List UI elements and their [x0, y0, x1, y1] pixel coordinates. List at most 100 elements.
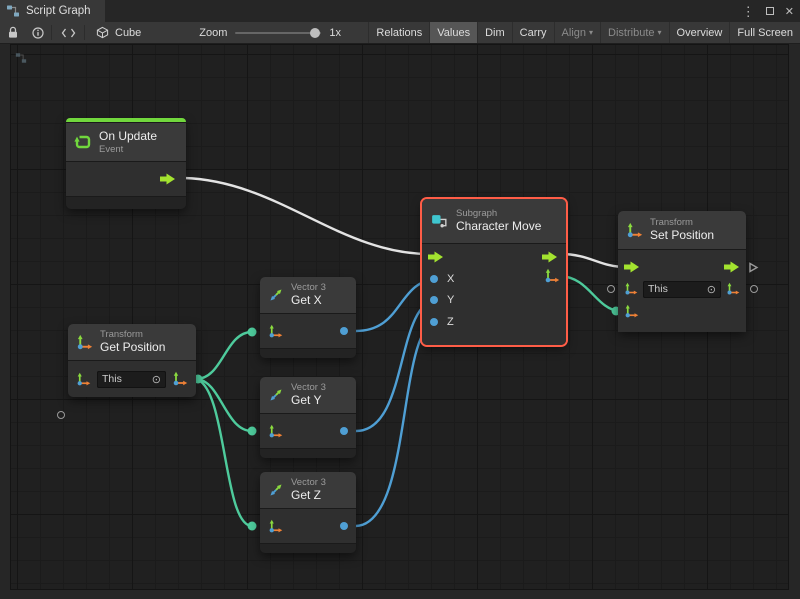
target-picker-icon[interactable]: ⊙ [152, 373, 161, 386]
vector3-output-icon[interactable] [726, 282, 740, 296]
exec-input-arrow-icon[interactable] [428, 251, 444, 263]
node-set-position[interactable]: Transform Set Position This [618, 211, 746, 332]
vector3-input-icon[interactable] [624, 304, 639, 319]
target-picker-icon[interactable]: ⊙ [707, 283, 716, 296]
align-button[interactable]: Align▾ [554, 22, 600, 43]
node-title: Get Z [291, 488, 326, 503]
toolbar-separator [51, 25, 52, 40]
transform-icon [76, 334, 93, 351]
tab-script-graph[interactable]: Script Graph [0, 0, 105, 22]
this-input-port[interactable] [57, 411, 65, 419]
vector3-port-icon[interactable] [268, 519, 283, 534]
wire-onupdate-to-charactermove [184, 178, 436, 254]
close-icon[interactable]: ✕ [785, 5, 794, 18]
dim-button[interactable]: Dim [477, 22, 512, 43]
subgraph-icon [430, 212, 449, 231]
node-title: Set Position [650, 228, 714, 243]
exec-output-port[interactable] [748, 262, 759, 273]
vector3-output-icon[interactable] [544, 268, 560, 284]
info-icon[interactable] [25, 22, 50, 43]
graph-object-selector[interactable]: Cube [86, 22, 151, 43]
exec-output-arrow-icon[interactable] [160, 173, 176, 185]
toolbar-separator [84, 25, 85, 40]
node-footer [66, 197, 186, 209]
toolbar-buttons: Relations Values Dim Carry Align▾ Distri… [368, 22, 800, 43]
node-character-move[interactable]: Subgraph Character Move X Y [422, 199, 566, 345]
this-value-text: This [102, 373, 122, 385]
tab-bar: Script Graph ⋮ ✕ [0, 0, 800, 22]
vector3-port-icon[interactable] [76, 372, 91, 387]
float-output-port[interactable] [340, 522, 348, 530]
vector3-icon [268, 482, 284, 498]
event-accent-bar [66, 118, 186, 122]
zoom-label: Zoom [199, 27, 227, 39]
x-input-port[interactable] [430, 275, 438, 283]
kebab-menu-icon[interactable]: ⋮ [742, 5, 755, 18]
carry-button[interactable]: Carry [512, 22, 554, 43]
getz-input-port [248, 522, 257, 531]
this-input-port[interactable] [607, 285, 615, 293]
node-title: Character Move [456, 219, 541, 234]
y-port-label: Y [447, 294, 454, 306]
cube-icon [96, 26, 109, 39]
node-get-position[interactable]: Transform Get Position This ⊙ [68, 324, 196, 397]
exec-output-arrow-icon[interactable] [542, 251, 558, 263]
values-button[interactable]: Values [429, 22, 477, 43]
float-output-port[interactable] [340, 427, 348, 435]
this-value-text: This [648, 283, 668, 295]
relations-button[interactable]: Relations [368, 22, 429, 43]
z-port-label: Z [447, 316, 454, 328]
float-output-port[interactable] [340, 327, 348, 335]
wire-getposition-to-gety [196, 379, 252, 431]
vector3-output-icon[interactable] [172, 371, 188, 387]
on-update-event-icon [74, 133, 92, 151]
vector3-icon [268, 287, 284, 303]
node-title: Get X [291, 293, 326, 308]
graph-toolbar: Cube Zoom 1x Relations Values Dim Carry … [0, 22, 800, 44]
vector3-port-icon[interactable] [268, 324, 283, 339]
node-type-label: Vector 3 [291, 382, 326, 394]
zoom-value: 1x [329, 27, 341, 39]
dropdown-caret-icon: ▾ [658, 28, 662, 37]
node-on-update[interactable]: On Update Event [66, 118, 186, 209]
getx-input-port [248, 328, 257, 337]
node-type-label: Event [99, 144, 157, 156]
y-input-port[interactable] [430, 296, 438, 304]
code-icon[interactable] [53, 22, 83, 43]
node-get-x[interactable]: Vector 3 Get X [260, 277, 356, 358]
lock-icon[interactable] [0, 22, 25, 43]
exec-output-arrow-icon[interactable] [724, 261, 740, 273]
node-get-z[interactable]: Vector 3 Get Z [260, 472, 356, 553]
node-footer [260, 544, 356, 553]
vector3-port-icon[interactable] [268, 424, 283, 439]
distribute-button[interactable]: Distribute▾ [600, 22, 668, 43]
wire-getposition-to-getz [196, 379, 252, 526]
overview-button[interactable]: Overview [669, 22, 730, 43]
x-port-label: X [447, 273, 454, 285]
exec-input-arrow-icon[interactable] [624, 261, 640, 273]
value-output-port[interactable] [750, 285, 758, 293]
z-input-port[interactable] [430, 318, 438, 326]
wire-charactermove-to-setposition [560, 254, 626, 267]
node-footer [260, 349, 356, 358]
zoom-slider[interactable] [235, 32, 321, 34]
graph-canvas[interactable]: On Update Event Transform Get Position [10, 44, 789, 590]
node-title: Get Position [100, 340, 165, 355]
this-value-field[interactable]: This ⊙ [97, 371, 166, 388]
this-value-field[interactable]: This ⊙ [643, 281, 721, 298]
fullscreen-button[interactable]: Full Screen [729, 22, 800, 43]
transform-port-icon[interactable] [624, 282, 638, 296]
wire-charactermove-to-setposition-value [560, 276, 619, 311]
wire-getz-to-z [356, 322, 437, 526]
node-type-label: Transform [650, 217, 714, 229]
maximize-icon[interactable] [766, 7, 774, 15]
script-graph-icon [6, 4, 20, 18]
gety-input-port [248, 427, 257, 436]
unity-script-graph-window: Script Graph ⋮ ✕ Cube Zoom 1x [0, 0, 800, 599]
node-get-y[interactable]: Vector 3 Get Y [260, 377, 356, 458]
node-type-label: Subgraph [456, 208, 541, 220]
node-type-label: Transform [100, 329, 165, 341]
zoom-slider-handle[interactable] [310, 28, 320, 38]
wire-getposition-to-getx [196, 332, 252, 379]
zoom-control: Zoom 1x [199, 22, 341, 43]
